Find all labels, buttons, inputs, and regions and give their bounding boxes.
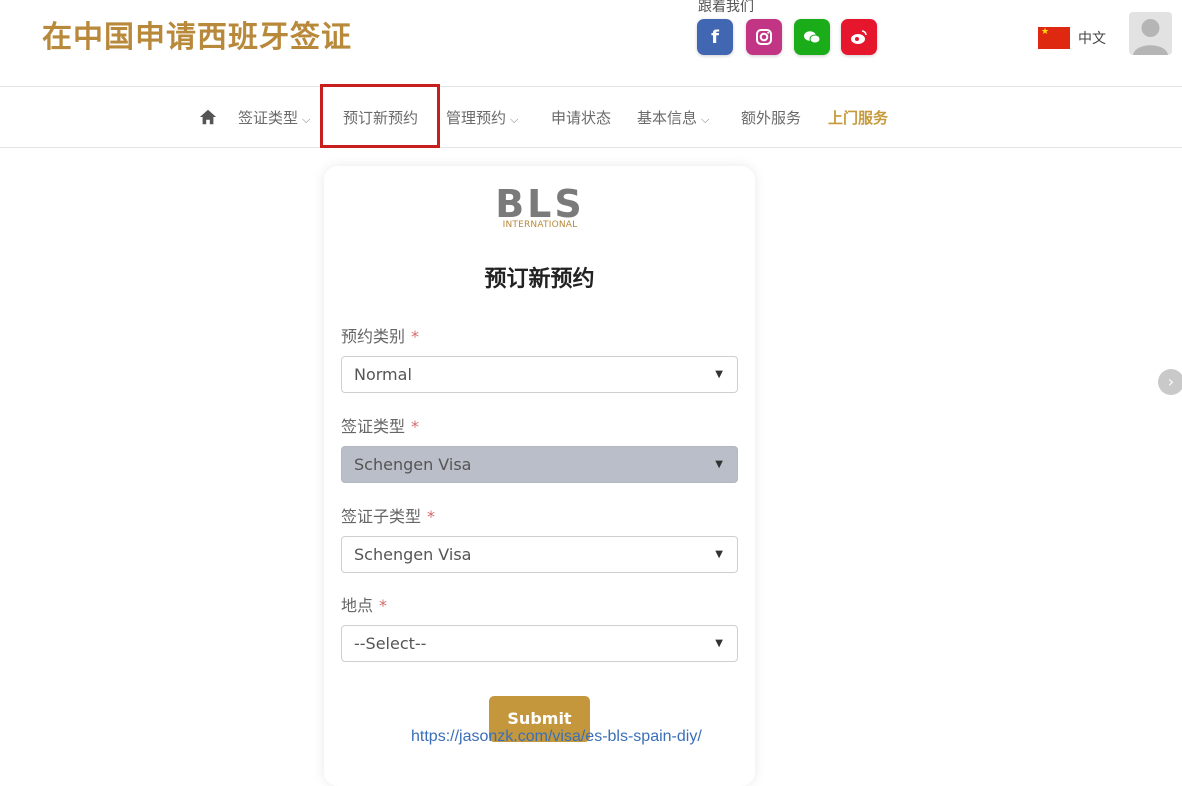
chevron-down-icon: ⌵ [701,113,710,126]
chevron-down-icon: ⌵ [510,113,519,126]
required-marker: * [379,596,388,615]
nav-item-label: 基本信息 [637,109,698,127]
chevron-right-icon[interactable]: › [1158,369,1182,395]
watermark-url: https://jasonzk.com/visa/es-bls-spain-di… [411,728,702,745]
select-value: --Select-- [354,634,427,653]
highlight-box [320,84,440,148]
nav-item-label: 额外服务 [741,109,802,127]
select-value: Schengen Visa [354,455,472,474]
dropdown-arrow-icon: ▼ [715,549,723,560]
nav-item-label: 上门服务 [828,109,889,127]
form-title: 预订新预约 [484,267,595,292]
nav-item-home-service[interactable]: 上门服务 [828,107,888,128]
nav-item-extra-services[interactable]: 额外服务 [741,107,801,128]
user-avatar-icon[interactable] [1129,12,1172,55]
facebook-icon[interactable]: f [697,19,733,55]
china-flag-icon[interactable]: ★ [1038,27,1070,49]
visa-type-select[interactable]: Schengen Visa ▼ [341,446,738,483]
chevron-down-icon: ⌵ [302,113,311,126]
nav-item-label: 申请状态 [551,109,612,127]
bls-logo: BLS INTERNATIONAL [494,184,586,236]
nav-item-manage-appointment[interactable]: 管理预约 ⌵ [446,107,518,128]
nav-item-basic-info[interactable]: 基本信息 ⌵ [637,107,709,128]
appointment-category-select[interactable]: Normal ▼ [341,356,738,393]
dropdown-arrow-icon: ▼ [715,369,723,380]
location-select[interactable]: --Select-- ▼ [341,625,738,662]
booking-form-card: BLS INTERNATIONAL 预订新预约 预约类别 * Normal ▼ 签… [324,166,755,786]
nav-item-application-status[interactable]: 申请状态 [551,107,611,128]
visa-subtype-select[interactable]: Schengen Visa ▼ [341,536,738,573]
site-title[interactable]: 在中国申请西班牙签证 [42,12,352,56]
visa-type-label: 签证类型 * [341,417,420,436]
nav-item-label: 管理预约 [446,109,507,127]
follow-us-label: 跟着我们 [698,0,754,15]
wechat-icon[interactable] [794,19,830,55]
weibo-icon[interactable] [841,19,877,55]
logo-sub: INTERNATIONAL [502,220,578,230]
instagram-icon[interactable] [746,19,782,55]
home-icon[interactable] [199,108,217,126]
required-marker: * [411,327,420,346]
appointment-category-label: 预约类别 * [341,327,420,346]
visa-subtype-label: 签证子类型 * [341,507,436,526]
select-value: Schengen Visa [354,545,472,564]
nav-item-label: 签证类型 [238,109,299,127]
dropdown-arrow-icon: ▼ [715,459,723,470]
location-label: 地点 * [341,596,388,615]
select-value: Normal [354,365,412,384]
language-selector[interactable]: 中文 [1078,28,1106,48]
logo-main: BLS [495,182,585,226]
nav-item-visa-types[interactable]: 签证类型 ⌵ [238,107,310,128]
main-nav: 签证类型 ⌵ 预订新预约 管理预约 ⌵ 申请状态 基本信息 ⌵ 额外服务 上门服务 [0,86,1182,148]
required-marker: * [411,417,420,436]
dropdown-arrow-icon: ▼ [715,638,723,649]
required-marker: * [427,507,436,526]
